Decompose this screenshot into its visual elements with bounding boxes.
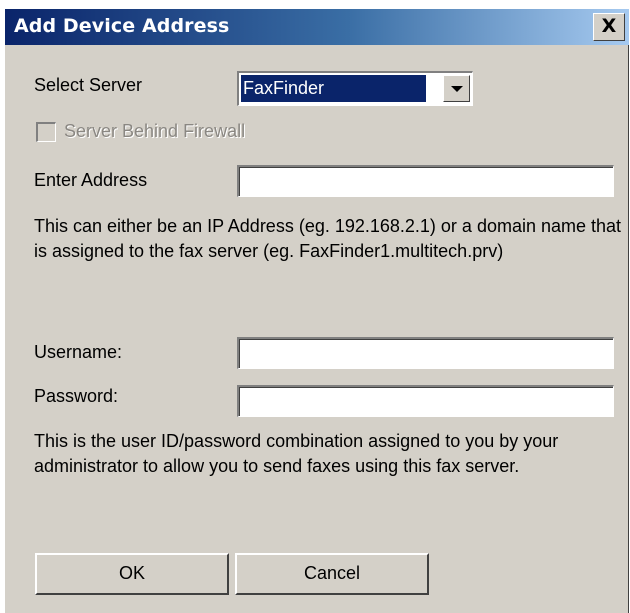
chevron-down-icon [451, 86, 463, 92]
cancel-button[interactable]: Cancel [235, 553, 429, 595]
username-label: Username: [34, 342, 123, 362]
address-input[interactable] [237, 165, 614, 197]
close-button[interactable]: X [593, 13, 625, 41]
close-icon: X [601, 15, 617, 37]
title-bar[interactable]: Add Device Address X [5, 9, 629, 45]
address-help-text: This can either be an IP Address (eg. 19… [34, 216, 622, 261]
password-label: Password: [34, 386, 119, 406]
server-behind-firewall-label: Server Behind Firewall [64, 121, 246, 141]
password-input[interactable] [237, 385, 614, 417]
dialog-title: Add Device Address [14, 15, 230, 37]
enter-address-label: Enter Address [34, 170, 148, 190]
server-behind-firewall-checkbox[interactable] [36, 122, 56, 142]
server-dropdown-button[interactable] [443, 75, 470, 102]
username-input[interactable] [237, 337, 614, 369]
server-select[interactable]: FaxFinder [237, 71, 473, 106]
server-select-value: FaxFinder [241, 75, 426, 102]
ok-button[interactable]: OK [35, 553, 229, 595]
credentials-help-text: This is the user ID/password combination… [34, 431, 559, 476]
add-device-address-dialog: Add Device Address X Select Server FaxFi… [5, 9, 629, 613]
select-server-label: Select Server [34, 75, 143, 95]
